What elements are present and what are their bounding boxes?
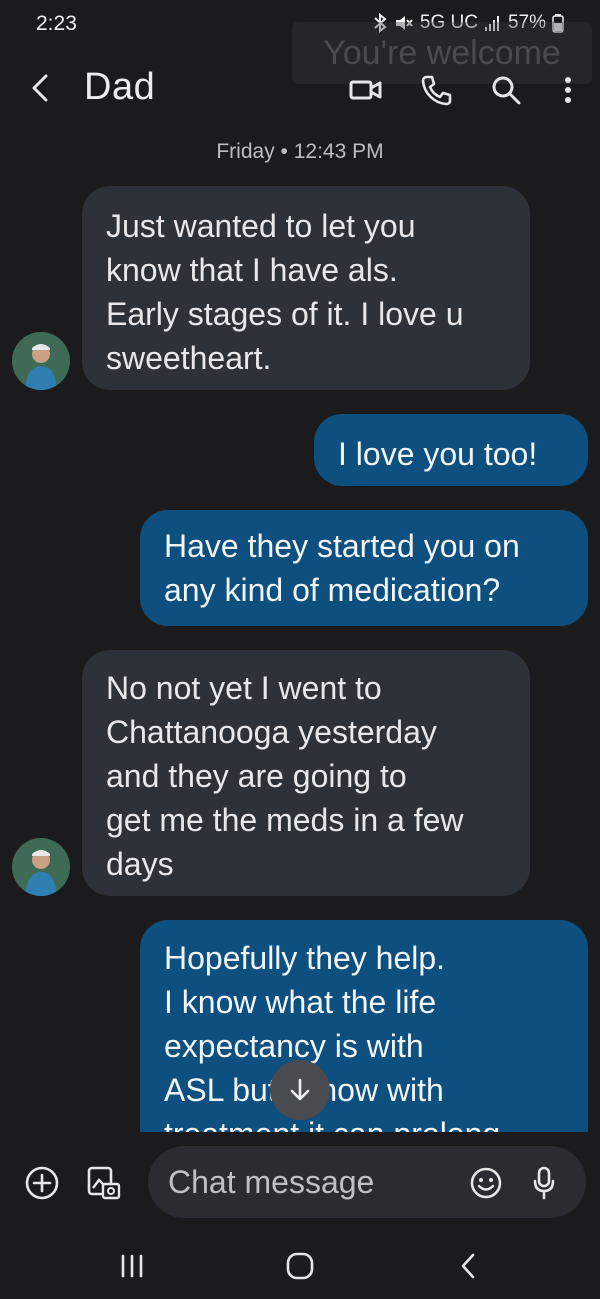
- message-bubble-outgoing[interactable]: Have they started you on any kind of med…: [140, 510, 588, 626]
- message-line: treatment it can prolong: [164, 1112, 564, 1132]
- message-bubble-incoming[interactable]: No not yet I went to Chattanooga yesterd…: [82, 650, 530, 896]
- video-call-icon: [349, 80, 382, 100]
- phone-icon: [421, 75, 452, 106]
- contact-avatar[interactable]: [12, 838, 70, 896]
- message-bubble-outgoing[interactable]: Hopefully they help. I know what the lif…: [140, 920, 588, 1132]
- home-icon: [286, 1252, 314, 1280]
- video-call-button[interactable]: [346, 70, 386, 110]
- message-line: No not yet I went to: [106, 670, 382, 706]
- phone-call-button[interactable]: [416, 70, 456, 110]
- add-icon: [25, 1166, 59, 1200]
- message-line: Just wanted to let you: [106, 208, 416, 244]
- message-line: I know what the life: [164, 984, 437, 1020]
- message-line: Early stages of it. I love u: [106, 296, 464, 332]
- emoji-icon: [470, 1167, 502, 1199]
- message-line: I love you too!: [338, 436, 538, 472]
- more-options-button[interactable]: [548, 70, 588, 110]
- recents-icon: [121, 1254, 143, 1278]
- back-button[interactable]: [22, 68, 58, 108]
- mic-icon: [533, 1166, 555, 1200]
- nav-back-button[interactable]: [438, 1244, 498, 1288]
- message-line: and they are going to: [106, 758, 407, 794]
- recents-button[interactable]: [102, 1244, 162, 1288]
- gallery-icon: [87, 1166, 121, 1200]
- chat-message-input[interactable]: Chat message: [168, 1164, 374, 1201]
- gallery-button[interactable]: [82, 1161, 126, 1205]
- message-line: Hopefully they help.: [164, 940, 446, 976]
- back-nav-icon: [461, 1253, 475, 1279]
- message-line: expectancy is with: [164, 1028, 424, 1064]
- message-line: Chattanooga yesterday: [106, 714, 437, 750]
- search-icon: [492, 76, 521, 105]
- message-line: any kind of medication?: [164, 572, 501, 608]
- message-line: ASL but I know with: [164, 1072, 444, 1108]
- back-icon: [32, 74, 48, 102]
- date-separator: Friday • 12:43 PM: [216, 140, 384, 163]
- add-attachment-button[interactable]: [20, 1161, 64, 1205]
- message-bubble-incoming[interactable]: Just wanted to let you know that I have …: [82, 186, 530, 390]
- status-time: 2:23: [36, 12, 77, 35]
- contact-avatar[interactable]: [12, 332, 70, 390]
- emoji-button[interactable]: [464, 1161, 508, 1205]
- message-line: days: [106, 846, 174, 882]
- contact-name[interactable]: Dad: [84, 66, 155, 109]
- message-line: know that I have als.: [106, 252, 398, 288]
- message-clip: Hopefully they help. I know what the lif…: [140, 920, 588, 1132]
- arrow-down-icon: [290, 1078, 310, 1101]
- scroll-to-bottom-button[interactable]: [270, 1060, 330, 1120]
- voice-input-button[interactable]: [522, 1161, 566, 1205]
- message-bubble-outgoing[interactable]: I love you too!: [314, 414, 588, 486]
- message-line: get me the meds in a few: [106, 802, 464, 838]
- search-button[interactable]: [486, 70, 526, 110]
- message-line: sweetheart.: [106, 340, 272, 376]
- more-vert-icon: [565, 77, 571, 103]
- home-button[interactable]: [270, 1244, 330, 1288]
- message-line: Have they started you on: [164, 528, 520, 564]
